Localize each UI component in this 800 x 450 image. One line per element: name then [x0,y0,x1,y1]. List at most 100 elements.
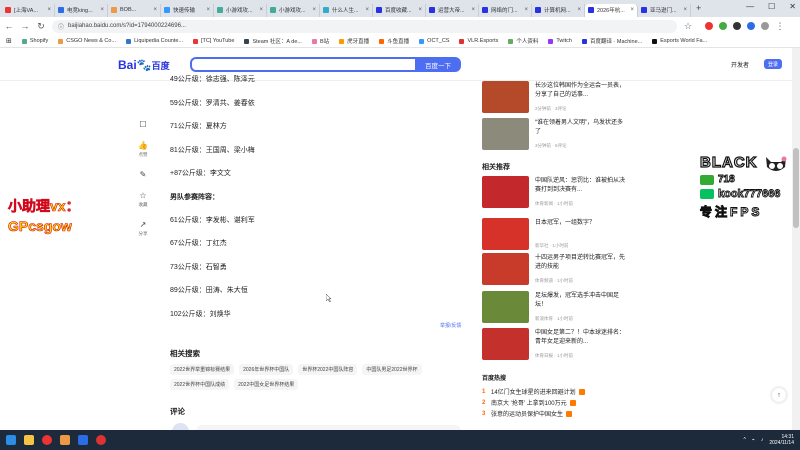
news-thumbnail[interactable] [482,81,529,113]
news-title[interactable]: 长沙这位韩国作为全运会一员表，分享了自己的话事... [535,82,627,100]
bookmark-item[interactable]: B站 [311,37,329,45]
windows-start-icon[interactable] [6,435,16,445]
browser-tab[interactable]: 2026年杭... × [585,3,638,17]
file-explorer-icon[interactable] [24,435,34,445]
tab-close-icon[interactable]: × [577,7,581,13]
clock[interactable]: 14:31 2024/11/14 [769,434,794,446]
browser-tab[interactable]: 亚马逊门... × [638,3,691,17]
extension-icon[interactable] [733,22,741,30]
tab-close-icon[interactable]: × [312,7,316,13]
report-link[interactable]: 举报/反馈 [440,322,461,329]
browser-tab[interactable]: 什么人生... × [320,3,373,17]
related-search-tag[interactable]: 2022中国女足世界杯结果 [234,379,299,390]
side-action-button[interactable]: ☐ [139,120,146,129]
developer-link[interactable]: 开发者 [731,60,749,69]
browser-tab[interactable]: 小游戏攻... × [267,3,320,17]
bookmark-item[interactable]: Shopify [21,38,48,44]
news-item[interactable]: “谁在领着男人文明”，乌发状还多了 3分钟前 · 6评论 [482,118,632,150]
news-title[interactable]: 十四运男子项目逆转比赛冠军，先进的技能 [535,254,627,272]
forward-icon[interactable]: → [20,21,30,31]
menu-dots-icon[interactable]: ⋮ [775,21,785,32]
news-thumbnail[interactable] [482,218,529,250]
tab-close-icon[interactable]: × [471,7,475,13]
side-action-button[interactable]: ↗ 分享 [139,220,148,237]
baidu-logo[interactable]: Bai🐾百度 [118,58,170,72]
browser-tab[interactable]: 网络的门... × [479,3,532,17]
tab-close-icon[interactable]: × [418,7,422,13]
search-input[interactable] [190,57,415,72]
tab-close-icon[interactable]: × [47,7,51,13]
browser-tab[interactable]: 运营大帝... × [426,3,479,17]
news-thumbnail[interactable] [482,328,529,360]
browser-tab[interactable]: BOB... × [108,3,161,17]
related-search-tag[interactable]: 世界杯2022中国队阵容 [298,364,358,375]
related-search-tag[interactable]: 2026年世界杯中国队 [239,364,294,375]
bookmark-item[interactable]: CSGO News & Co... [58,38,116,44]
side-action-button[interactable]: 👍 点赞 [138,141,148,158]
news-thumbnail[interactable] [482,253,529,285]
profile-avatar[interactable] [761,22,769,30]
bookmark-item[interactable]: 个人资料 [508,37,538,45]
news-title[interactable]: 日本冠军，一组数字？ [535,219,627,228]
apps-grid-icon[interactable]: ⊞ [6,37,12,45]
extension-icon[interactable] [747,22,755,30]
related-search-tag[interactable]: 2022世界杯中国队成绩 [170,379,230,390]
scrollbar[interactable] [792,48,800,430]
hot-search-item[interactable]: 2 南京大 '抢哥' 上拿到100万元 [482,397,612,408]
volume-icon[interactable]: ♪ [761,437,764,443]
browser-tab[interactable]: [上海VA... × [2,3,55,17]
browser-tab[interactable]: 计算机网... × [532,3,585,17]
network-icon[interactable]: ⌁ [752,437,755,443]
tab-close-icon[interactable]: × [630,7,634,13]
tab-close-icon[interactable]: × [206,7,210,13]
back-icon[interactable]: ← [4,21,14,31]
bookmark-item[interactable]: 虎牙直播 [339,37,369,45]
tab-close-icon[interactable]: × [365,7,369,13]
bookmark-star-icon[interactable]: ☆ [683,21,693,32]
new-tab-button[interactable]: + [696,3,701,17]
news-item[interactable]: 足坛爆发，冠军选手冲击中国足坛！ 新浪体育 · 1小时前 [482,291,632,323]
news-thumbnail[interactable] [482,118,529,150]
login-button[interactable]: 登录 [764,59,782,69]
bookmark-item[interactable]: Twitch [548,38,572,44]
minimize-icon[interactable]: — [746,2,754,11]
bookmark-item[interactable]: OCT_CS [419,38,449,44]
address-bar[interactable]: ⓘ baijiahao.baidu.com/s?id=1794000224696… [52,19,677,33]
news-thumbnail[interactable] [482,291,529,323]
hot-search-item[interactable]: 1 14亿门女生球星的进来回避计划 [482,386,612,397]
browser-tab[interactable]: 电竞king... × [55,3,108,17]
news-title[interactable]: “谁在领着男人文明”，乌发状还多了 [535,119,627,137]
maximize-icon[interactable]: ☐ [768,2,775,11]
bookmark-item[interactable]: Liquipedia Counte... [126,38,183,44]
side-action-button[interactable]: ☆ 收藏 [139,191,148,208]
tab-close-icon[interactable]: × [100,7,104,13]
news-item[interactable]: 中国队逆风：惩罚比：谁被拍从决赛打到到决赛有... 体育新闻 · 1小时前 [482,176,632,208]
close-icon[interactable]: ✕ [789,2,796,11]
bookmark-item[interactable]: Esports World Fa... [652,38,707,44]
browser-tab[interactable]: 百度收藏... × [373,3,426,17]
site-info-icon[interactable]: ⓘ [58,22,64,31]
chevron-up-icon[interactable]: ^ [743,437,745,443]
browser-tab[interactable]: 小游戏攻... × [214,3,267,17]
news-item[interactable]: 日本冠军，一组数字？ 新华社 · 1小时前 [482,218,632,250]
tab-close-icon[interactable]: × [683,7,687,13]
back-to-top-button[interactable]: ↑ [772,388,786,402]
bookmark-item[interactable]: 百度翻译 · Machine... [581,37,642,45]
related-search-tag[interactable]: 2022世界举重锦标赛结果 [170,364,235,375]
news-item[interactable]: 长沙这位韩国作为全运会一员表，分享了自己的话事... 2分钟前 · 3评论 [482,81,632,113]
bookmark-item[interactable]: VLR.Esports [459,38,498,44]
browser-tab[interactable]: 快速传输 × [161,3,214,17]
tab-close-icon[interactable]: × [153,7,157,13]
reload-icon[interactable]: ↻ [36,21,46,32]
news-thumbnail[interactable] [482,176,529,208]
news-item[interactable]: 十四运男子项目逆转比赛冠军，先进的技能 体育频道 · 1小时前 [482,253,632,285]
chrome-icon[interactable] [42,435,52,445]
app-icon[interactable] [96,435,106,445]
tab-close-icon[interactable]: × [524,7,528,13]
news-item[interactable]: 中国女足第二？！中本球迷排名：青年女足迎来新的... 体育日报 · 1小时前 [482,328,632,360]
app-icon[interactable] [78,435,88,445]
news-title[interactable]: 中国队逆风：惩罚比：谁被拍从决赛打到到决赛有... [535,177,627,195]
bookmark-item[interactable]: [TC] YouTube [193,38,234,44]
side-action-button[interactable]: ✎ [140,170,147,179]
search-button[interactable]: 百度一下 [415,57,461,72]
